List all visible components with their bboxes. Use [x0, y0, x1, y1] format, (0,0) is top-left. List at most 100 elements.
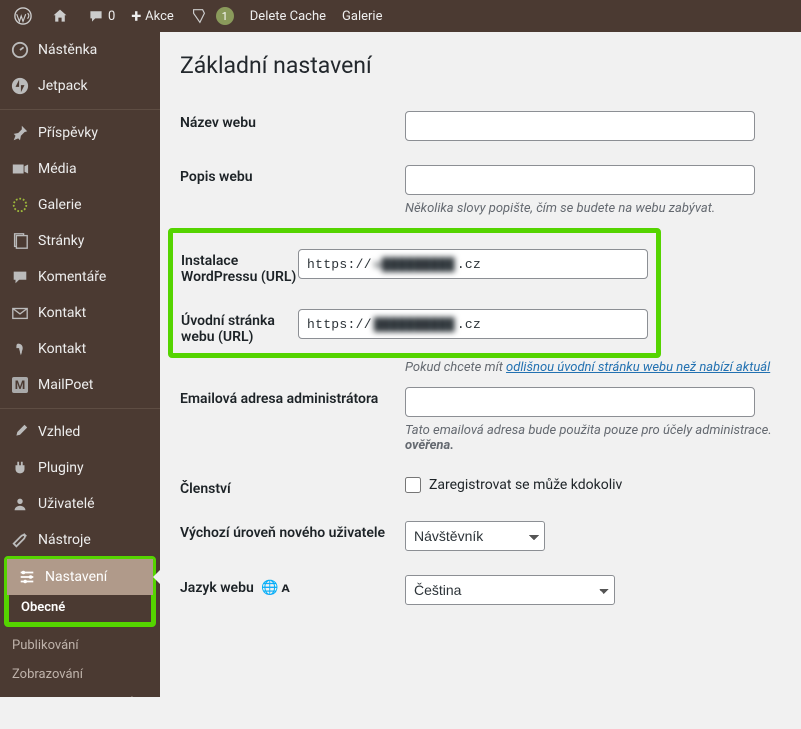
menu-posts[interactable]: Příspěvky	[0, 109, 160, 151]
translate-icon: 🌐 ᴀ	[261, 580, 290, 596]
menu-pages[interactable]: Stránky	[0, 223, 160, 259]
label-default-role: Výchozí úroveň nového uživatele	[180, 521, 405, 541]
label-site-url: Úvodní stránka webu (URL)	[181, 309, 298, 345]
menu-tools[interactable]: Nástroje	[0, 522, 160, 558]
checkbox-anyone-register[interactable]	[405, 477, 421, 493]
menu-label: Pluginy	[38, 460, 84, 476]
wp-logo[interactable]	[6, 0, 44, 32]
menu-label: Vzhled	[38, 424, 80, 440]
mail-icon	[10, 303, 30, 323]
sliders-icon	[17, 567, 37, 587]
input-admin-email[interactable]	[405, 387, 755, 417]
menu-appearance[interactable]: Vzhled	[0, 408, 160, 450]
label-site-name: Název webu	[180, 111, 405, 131]
link-different-homepage[interactable]: odlišnou úvodní stránku webu než nabízí …	[506, 360, 770, 375]
checkbox-label: Zaregistrovat se může kdokoliv	[429, 477, 622, 493]
plus-icon: +	[131, 6, 141, 27]
menu-label: Nástěnka	[38, 42, 97, 58]
menu-comments[interactable]: Komentáře	[0, 259, 160, 295]
row-default-role: Výchozí úroveň nového uživatele Návštěvn…	[180, 509, 781, 563]
menu-gallery[interactable]: Galerie	[0, 187, 160, 223]
admin-toolbar: 0 + Akce 1 Delete Cache Galerie	[0, 0, 801, 32]
menu-label: Kontakt	[38, 305, 86, 321]
menu-label: Jetpack	[38, 78, 88, 94]
gallery-icon	[10, 195, 30, 215]
comments-link[interactable]: 0	[80, 0, 123, 32]
desc-admin-email: Tato emailová adresa bude použita pouze …	[405, 423, 781, 453]
row-membership: Členství Zaregistrovat se může kdokoliv	[180, 465, 781, 509]
menu-label: Kontakt	[38, 341, 86, 357]
comments-count: 0	[108, 9, 115, 24]
menu-label: Uživatelé	[38, 496, 95, 512]
flamingo-icon	[10, 339, 30, 359]
input-site-url[interactable]: https://██████████.cz	[298, 309, 648, 339]
wordpress-icon	[14, 7, 32, 25]
menu-plugins[interactable]: Pluginy	[0, 450, 160, 486]
page-title: Základní nastavení	[180, 52, 781, 79]
menu-label: Nastavení	[45, 569, 107, 585]
menu-label: Příspěvky	[38, 125, 98, 141]
input-wp-url[interactable]: https://w█████████.cz	[298, 249, 648, 279]
wrench-icon	[10, 530, 30, 550]
media-icon	[10, 159, 30, 179]
site-home[interactable]	[44, 0, 80, 32]
brush-icon	[10, 422, 30, 442]
menu-users[interactable]: Uživatelé	[0, 486, 160, 522]
pin-icon	[10, 123, 30, 143]
desc-tagline: Několika slovy popište, čím se budete na…	[405, 201, 781, 216]
label-site-lang: Jazyk webu 🌐 ᴀ	[180, 575, 405, 596]
menu-label: Galerie	[38, 197, 82, 213]
menu-media[interactable]: Média	[0, 151, 160, 187]
page-icon	[10, 231, 30, 251]
comment-icon	[88, 8, 104, 24]
menu-settings[interactable]: Nastavení	[7, 559, 153, 595]
select-site-lang[interactable]: Čeština	[405, 575, 615, 605]
comment-icon	[10, 267, 30, 287]
row-site-url: Úvodní stránka webu (URL) https://██████…	[181, 297, 648, 349]
input-tagline[interactable]	[405, 165, 755, 195]
menu-label: MailPoet	[38, 377, 93, 393]
label-admin-email: Emailová adresa administrátora	[180, 387, 405, 407]
highlight-urls: Instalace WordPressu (URL) https://w████…	[168, 228, 661, 358]
seo-badge: 1	[216, 7, 234, 25]
menu-dashboard[interactable]: Nástěnka	[0, 32, 160, 68]
menu-label: Nástroje	[38, 532, 91, 548]
new-content[interactable]: + Akce	[123, 0, 181, 32]
gallery-link[interactable]: Galerie	[334, 0, 390, 32]
submenu-reading[interactable]: Zobrazování	[0, 660, 160, 689]
seo-link[interactable]: 1	[182, 0, 242, 32]
plugin-icon	[10, 458, 30, 478]
label-membership: Členství	[180, 477, 405, 497]
menu-contact-2[interactable]: Kontakt	[0, 331, 160, 367]
input-site-name[interactable]	[405, 111, 755, 141]
settings-general-content: Základní nastavení Název webu Popis webu…	[160, 32, 801, 637]
admin-sidebar: Nástěnka Jetpack Příspěvky Média Galerie…	[0, 32, 160, 697]
new-label: Akce	[145, 9, 174, 24]
label-tagline: Popis webu	[180, 165, 405, 185]
menu-label: Média	[38, 161, 77, 177]
row-site-name: Název webu	[180, 99, 781, 153]
row-wp-url: Instalace WordPressu (URL) https://w████…	[181, 237, 648, 297]
menu-label: Stránky	[38, 233, 84, 249]
home-icon	[52, 8, 68, 24]
label-wp-url: Instalace WordPressu (URL)	[181, 249, 298, 285]
menu-label: Komentáře	[38, 269, 106, 285]
highlight-settings: Nastavení Obecné	[4, 556, 156, 627]
row-site-lang: Jazyk webu 🌐 ᴀ Čeština	[180, 563, 781, 617]
select-default-role[interactable]: Návštěvník	[405, 521, 545, 551]
delete-cache-link[interactable]: Delete Cache	[242, 0, 334, 32]
seo-icon	[190, 7, 208, 25]
submenu-general[interactable]: Obecné	[9, 593, 151, 622]
dashboard-icon	[10, 40, 30, 60]
menu-jetpack[interactable]: Jetpack	[0, 68, 160, 104]
menu-mailpoet[interactable]: M MailPoet	[0, 367, 160, 403]
row-admin-email: Emailová adresa administrátora Tato emai…	[180, 375, 781, 465]
row-tagline: Popis webu Několika slovy popište, čím s…	[180, 153, 781, 228]
mailpoet-icon: M	[10, 375, 30, 395]
user-icon	[10, 494, 30, 514]
desc-site-url: Pokud chcete mít odlišnou úvodní stránku…	[405, 360, 781, 375]
menu-contact-1[interactable]: Kontakt	[0, 295, 160, 331]
submenu-writing[interactable]: Publikování	[0, 631, 160, 660]
jetpack-icon	[10, 76, 30, 96]
submenu-discussion[interactable]: Nastavení komentářů	[0, 689, 160, 697]
